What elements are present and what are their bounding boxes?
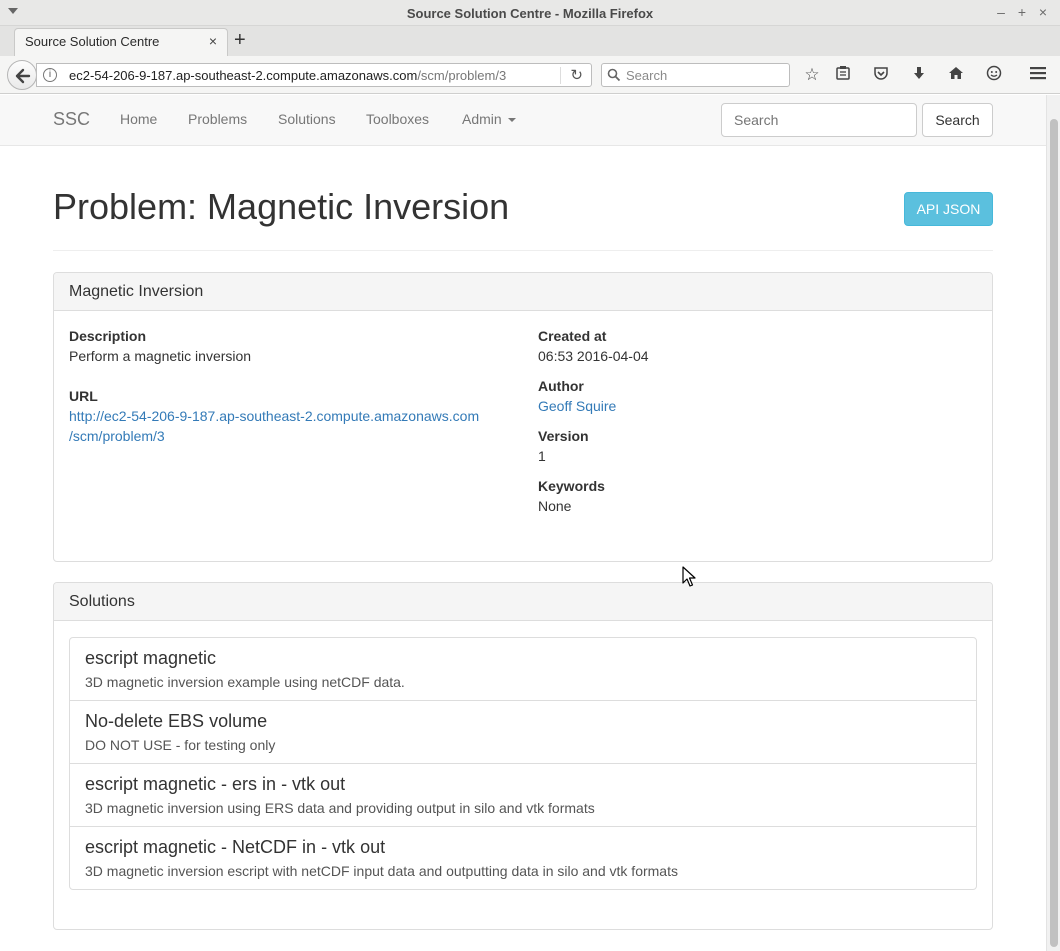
- solution-title: escript magnetic - NetCDF in - vtk out: [85, 837, 386, 857]
- url-text[interactable]: ec2-54-206-9-187.ap-southeast-2.compute.…: [69, 68, 506, 83]
- search-icon: [607, 68, 621, 82]
- site-info-icon[interactable]: i: [43, 68, 57, 82]
- keywords-block: Keywords None: [538, 476, 605, 516]
- description-label: Description: [69, 328, 147, 344]
- window-titlebar: Source Solution Centre - Mozilla Firefox…: [0, 0, 1060, 26]
- tab-close-icon[interactable]: ×: [209, 33, 217, 49]
- details-panel-heading: Magnetic Inversion: [54, 273, 992, 311]
- minimize-button[interactable]: –: [993, 4, 1009, 20]
- description-block: Description Perform a magnetic inversion: [69, 326, 251, 366]
- home-icon[interactable]: [946, 65, 966, 85]
- browser-search-box[interactable]: Search: [601, 63, 790, 87]
- nav-problems[interactable]: Problems: [188, 111, 247, 127]
- site-navbar: SSC Home Problems Solutions Toolboxes Ad…: [0, 95, 1046, 146]
- author-block: Author Geoff Squire: [538, 376, 616, 416]
- browser-toolbar: i ec2-54-206-9-187.ap-southeast-2.comput…: [0, 56, 1060, 94]
- close-window-button[interactable]: ×: [1035, 4, 1051, 20]
- created-value: 06:53 2016-04-04: [538, 348, 649, 364]
- caret-down-icon: [507, 118, 516, 123]
- scrollbar-thumb[interactable]: [1050, 119, 1058, 947]
- solution-title: escript magnetic - ers in - vtk out: [85, 774, 346, 794]
- mouse-pointer-icon: [682, 566, 696, 587]
- page-header: Problem: Magnetic Inversion: [53, 187, 993, 251]
- version-label: Version: [538, 428, 589, 444]
- page-viewport: SSC Home Problems Solutions Toolboxes Ad…: [0, 95, 1046, 951]
- site-search-input[interactable]: [721, 103, 917, 137]
- solution-description: 3D magnetic inversion example using netC…: [85, 674, 405, 690]
- url-path: /scm/problem/3: [417, 68, 507, 83]
- list-item[interactable]: escript magnetic 3D magnetic inversion e…: [69, 637, 977, 701]
- page-title: Problem: Magnetic Inversion: [53, 186, 510, 227]
- solution-title: escript magnetic: [85, 648, 217, 668]
- problem-details-panel: Magnetic Inversion Description Perform a…: [53, 272, 993, 562]
- nav-solutions[interactable]: Solutions: [278, 111, 336, 127]
- keywords-value: None: [538, 498, 572, 514]
- pocket-icon[interactable]: [871, 65, 891, 85]
- list-item[interactable]: escript magnetic - ers in - vtk out 3D m…: [69, 763, 977, 827]
- tab-source-solution-centre[interactable]: Source Solution Centre ×: [14, 28, 228, 56]
- version-block: Version 1: [538, 426, 589, 466]
- url-label: URL: [69, 388, 98, 404]
- problem-url-line2[interactable]: /scm/problem/3: [69, 428, 165, 444]
- nav-toolboxes[interactable]: Toolboxes: [366, 111, 429, 127]
- menu-icon[interactable]: [1028, 65, 1048, 85]
- tab-title: Source Solution Centre: [25, 34, 160, 49]
- author-link[interactable]: Geoff Squire: [538, 398, 616, 414]
- created-block: Created at 06:53 2016-04-04: [538, 326, 649, 366]
- problem-url-link[interactable]: http://ec2-54-206-9-187.ap-southeast-2.c…: [69, 406, 479, 446]
- problem-url-line1[interactable]: http://ec2-54-206-9-187.ap-southeast-2.c…: [69, 408, 479, 424]
- reading-list-svg: [836, 66, 850, 80]
- solutions-panel-heading: Solutions: [54, 583, 992, 621]
- star-icon[interactable]: ☆: [802, 65, 822, 85]
- hello-svg: [986, 65, 1002, 81]
- home-svg: [949, 67, 963, 79]
- back-button[interactable]: [7, 60, 37, 90]
- navbar-brand[interactable]: SSC: [53, 109, 90, 130]
- nav-admin-dropdown[interactable]: Admin: [462, 111, 516, 127]
- url-bar[interactable]: i ec2-54-206-9-187.ap-southeast-2.comput…: [36, 63, 592, 87]
- tab-strip: Source Solution Centre × +: [0, 26, 1060, 56]
- api-json-button[interactable]: API JSON: [904, 192, 993, 226]
- url-block: URL http://ec2-54-206-9-187.ap-southeast…: [69, 386, 479, 446]
- solution-description: 3D magnetic inversion using ERS data and…: [85, 800, 595, 816]
- download-icon[interactable]: [909, 65, 929, 85]
- hamburger-svg: [1030, 67, 1046, 80]
- browser-search-placeholder: Search: [626, 68, 668, 83]
- nav-home[interactable]: Home: [120, 111, 157, 127]
- solutions-panel: Solutions escript magnetic 3D magnetic i…: [53, 582, 993, 930]
- solution-description: DO NOT USE - for testing only: [85, 737, 276, 753]
- download-svg: [914, 67, 924, 79]
- keywords-label: Keywords: [538, 478, 605, 494]
- window-title: Source Solution Centre - Mozilla Firefox: [406, 6, 654, 21]
- url-host: ec2-54-206-9-187.ap-southeast-2.compute.…: [69, 68, 418, 83]
- reload-icon[interactable]: ↻: [570, 66, 583, 84]
- hello-icon[interactable]: [984, 65, 1004, 85]
- created-label: Created at: [538, 328, 607, 344]
- solutions-list: escript magnetic 3D magnetic inversion e…: [69, 637, 977, 890]
- nav-admin-label: Admin: [462, 111, 502, 127]
- list-item[interactable]: No-delete EBS volume DO NOT USE - for te…: [69, 700, 977, 764]
- new-tab-button[interactable]: +: [234, 30, 246, 50]
- author-label: Author: [538, 378, 584, 394]
- pocket-svg: [874, 67, 888, 80]
- url-separator: [560, 67, 561, 84]
- back-arrow-icon: [15, 68, 31, 84]
- page-scrollbar[interactable]: [1046, 95, 1060, 951]
- solution-title: No-delete EBS volume: [85, 711, 268, 731]
- reading-list-icon[interactable]: [833, 65, 853, 85]
- maximize-button[interactable]: +: [1014, 4, 1030, 20]
- solution-description: 3D magnetic inversion escript with netCD…: [85, 863, 678, 879]
- site-search-button[interactable]: Search: [922, 103, 993, 137]
- list-item[interactable]: escript magnetic - NetCDF in - vtk out 3…: [69, 826, 977, 890]
- description-value: Perform a magnetic inversion: [69, 348, 252, 364]
- version-value: 1: [538, 448, 546, 464]
